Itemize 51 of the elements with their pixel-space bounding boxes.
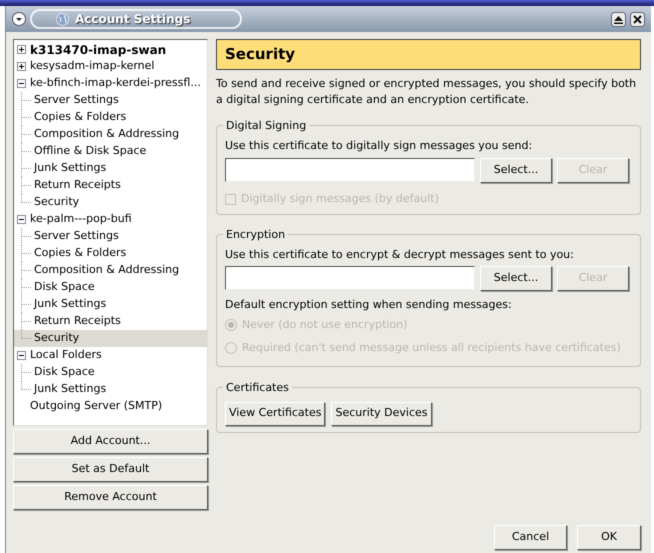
certificate-field[interactable]	[225, 266, 475, 290]
group-legend: Digital Signing	[223, 118, 310, 134]
account-button[interactable]: Add Account...	[13, 429, 208, 454]
description-text: To send and receive signed or encrypted messages, you should specify both a digital signing certificate and an encryption certificate.	[216, 76, 638, 108]
tree-item[interactable]: Junk Settings	[34, 296, 106, 313]
tree-item[interactable]: Copies & Folders	[34, 109, 126, 126]
select-button[interactable]: Select...	[480, 266, 552, 291]
panel-header: Security	[216, 39, 641, 70]
collapse-icon[interactable]	[17, 215, 26, 224]
certificates-button[interactable]: Security Devices	[331, 402, 432, 426]
group-legend: Encryption	[223, 226, 288, 243]
tree-item[interactable]: Security	[34, 330, 80, 347]
select-button[interactable]: Select...	[480, 158, 552, 182]
tree-item[interactable]: Return Receipts	[34, 177, 121, 194]
tree-item[interactable]: Server Settings	[34, 228, 119, 245]
collapse-icon[interactable]	[17, 79, 26, 88]
tree-item[interactable]: Composition & Addressing	[34, 126, 180, 143]
globe-icon	[56, 12, 69, 26]
certificates-button[interactable]: View Certificates	[225, 402, 326, 426]
collapse-icon[interactable]	[17, 351, 26, 360]
tree-item[interactable]: Composition & Addressing	[34, 262, 180, 279]
selected-row[interactable]: Security	[14, 330, 207, 347]
dialog-button[interactable]: Cancel	[494, 525, 567, 550]
expand-icon[interactable]	[17, 45, 26, 54]
prompt-text: Use this certificate to encrypt & decrypt messages sent to you:	[225, 246, 575, 262]
tree-item[interactable]: k313470-imap-swan	[29, 40, 168, 58]
dialog-button[interactable]: OK	[577, 525, 641, 550]
shade-icon[interactable]	[611, 12, 626, 26]
menu-icon[interactable]	[12, 12, 26, 26]
account-button[interactable]: Set as Default	[13, 457, 208, 482]
tree-item[interactable]: Copies & Folders	[34, 245, 126, 262]
tree-item[interactable]: Security	[34, 194, 80, 211]
tree-item[interactable]: ke-bfinch-imap-kerdei-pressfl...	[29, 75, 202, 92]
expand-icon[interactable]	[17, 62, 26, 71]
prompt-text: Use this certificate to digitally sign messages you send:	[225, 138, 534, 154]
setting-label: Default encryption setting when sending messages:	[225, 297, 513, 313]
certificate-field[interactable]	[225, 158, 475, 182]
window-title: Account Settings	[75, 11, 190, 28]
tree-item[interactable]: Server Settings	[34, 92, 119, 109]
tree-item[interactable]: Junk Settings	[34, 160, 106, 177]
tree-item[interactable]: Offline & Disk Space	[34, 143, 146, 160]
tree-item[interactable]: kesysadm-imap-kernel	[29, 58, 156, 75]
tree-item[interactable]: Outgoing Server (SMTP)	[29, 398, 164, 415]
close-icon[interactable]	[630, 12, 645, 26]
account-button[interactable]: Remove Account	[13, 485, 208, 510]
tree-item[interactable]: ke-palm---pop-bufi	[29, 211, 133, 228]
tree-item[interactable]: Junk Settings	[34, 381, 106, 398]
tree-item[interactable]: Return Receipts	[34, 313, 121, 330]
tree-item[interactable]: Disk Space	[34, 364, 95, 381]
tree-item[interactable]: Local Folders	[29, 347, 103, 364]
tree-item[interactable]: Disk Space	[34, 279, 95, 296]
